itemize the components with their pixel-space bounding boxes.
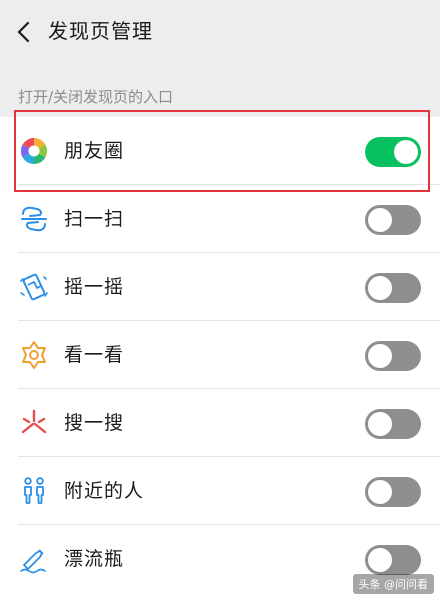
section-label: 打开/关闭发现页的入口	[18, 88, 174, 106]
scan-toggle[interactable]	[365, 205, 421, 235]
top-stories-icon	[22, 341, 46, 369]
search-icon	[21, 409, 47, 434]
highlight-annotation	[14, 110, 430, 192]
watermark: 头条 @问问看	[352, 574, 434, 594]
list-item-search[interactable]: 搜一搜	[0, 389, 440, 457]
page-title: 发现页管理	[48, 19, 153, 43]
toggle-knob	[368, 208, 392, 232]
item-label: 附近的人	[64, 480, 145, 502]
shake-icon	[20, 273, 48, 301]
list-item-scan[interactable]: 扫一扫	[0, 185, 440, 253]
nav-bar: 发现页管理	[0, 0, 440, 62]
item-label: 看一看	[64, 344, 125, 366]
item-label: 扫一扫	[64, 208, 125, 230]
item-label: 摇一摇	[64, 276, 125, 298]
list-item-people-nearby[interactable]: 附近的人	[0, 457, 440, 525]
toggle-knob	[368, 344, 392, 368]
toggle-knob	[368, 480, 392, 504]
top-stories-toggle[interactable]	[365, 341, 421, 371]
people-nearby-toggle[interactable]	[365, 477, 421, 507]
scan-icon	[21, 206, 47, 232]
shake-toggle[interactable]	[365, 273, 421, 303]
list-item-top-stories[interactable]: 看一看	[0, 321, 440, 389]
toggle-knob	[368, 548, 392, 572]
toggle-knob	[368, 412, 392, 436]
search-toggle[interactable]	[365, 409, 421, 439]
back-arrow-icon[interactable]	[14, 20, 34, 44]
item-label: 搜一搜	[64, 412, 125, 434]
item-label: 漂流瓶	[64, 548, 125, 570]
drift-bottle-toggle[interactable]	[365, 545, 421, 575]
drift-bottle-icon	[20, 549, 46, 574]
toggle-knob	[368, 276, 392, 300]
list-item-shake[interactable]: 摇一摇	[0, 253, 440, 321]
people-nearby-icon	[24, 477, 44, 504]
